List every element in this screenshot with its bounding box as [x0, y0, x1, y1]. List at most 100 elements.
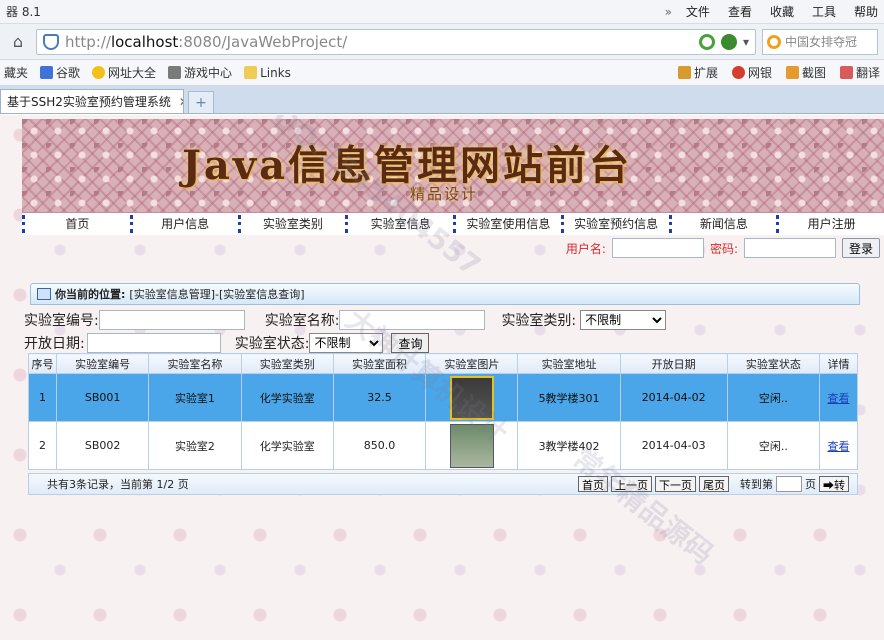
cell-image — [425, 421, 519, 470]
password-input[interactable] — [743, 238, 836, 258]
fav-links[interactable]: Links — [244, 66, 291, 80]
login-button[interactable]: 登录 — [841, 238, 880, 258]
banner-title: Java信息管理网站前台 — [182, 142, 633, 189]
open-date-input[interactable] — [86, 333, 221, 353]
nav-lab-type[interactable]: 实验室类别 — [237, 215, 346, 233]
menu-help[interactable]: 帮助 — [854, 3, 878, 20]
netbank-button[interactable]: 网银 — [731, 64, 772, 81]
lab-table: 序号 实验室编号 实验室名称 实验室类别 实验室面积 实验室图片 实验室地址 开… — [28, 353, 858, 470]
last-page-button[interactable]: 尾页 — [699, 476, 729, 492]
lab-name-label: 实验室名称: — [264, 313, 340, 329]
site-banner: Java信息管理网站前台 精品设计 — [22, 119, 884, 213]
table-header-row: 序号 实验室编号 实验室名称 实验室类别 实验室面积 实验室图片 实验室地址 开… — [28, 353, 858, 374]
search-input[interactable]: 中国女排夺冠 — [762, 28, 878, 55]
cell-type: 化学实验室 — [240, 421, 334, 470]
cell-code: SB002 — [55, 421, 150, 470]
fav-google[interactable]: 谷歌 — [40, 64, 80, 81]
web-page: Java信息管理网站前台 精品设计 首页 用户信息 实验室类别 实验室信息 实验… — [0, 115, 884, 640]
nav-home[interactable]: 首页 — [22, 215, 130, 233]
lab-type-label: 实验室类别: — [501, 313, 577, 329]
shield-icon — [43, 33, 59, 50]
password-label: 密码: — [709, 241, 738, 256]
col-state: 实验室状态 — [726, 353, 821, 374]
fav-games[interactable]: 游戏中心 — [168, 64, 232, 81]
url-field[interactable]: http://localhost:8080/JavaWebProject/ ▾ — [36, 28, 756, 55]
multimeter-image — [449, 375, 494, 420]
first-page-button[interactable]: 首页 — [578, 476, 608, 492]
lab-state-select[interactable]: 不限制 — [309, 333, 384, 353]
menu-file[interactable]: 文件 — [686, 3, 710, 20]
cell-type: 化学实验室 — [240, 373, 334, 422]
cell-area: 850.0 — [332, 421, 427, 470]
lab-name-input[interactable] — [339, 310, 486, 330]
pager-info: 共有3条记录，当前第 1/2 页 — [47, 478, 189, 491]
close-icon[interactable]: ✕ — [179, 95, 183, 109]
col-image: 实验室图片 — [425, 353, 519, 374]
menu-favorites[interactable]: 收藏 — [770, 3, 794, 20]
menu-tools[interactable]: 工具 — [812, 3, 836, 20]
query-button[interactable]: 查询 — [391, 333, 430, 353]
nav-register[interactable]: 用户注册 — [776, 215, 884, 233]
tab-active[interactable]: 基于SSH2实验室预约管理系统 ✕ — [0, 89, 184, 113]
lab-state-label: 实验室状态: — [234, 336, 310, 352]
view-link[interactable]: 查看 — [828, 440, 850, 453]
sites-icon — [92, 66, 106, 79]
location-path: [实验室信息管理]-[实验室信息查询] — [129, 288, 305, 301]
new-tab-button[interactable]: + — [188, 91, 214, 113]
ie-icon[interactable] — [720, 33, 737, 50]
search-engine-icon — [767, 34, 781, 49]
favorites-bar: 藏夹 谷歌 网址大全 游戏中心 Links 扩展 网银 截图 翻译 — [0, 60, 884, 86]
nav-lab-usage[interactable]: 实验室使用信息 — [453, 215, 561, 233]
nav-lab-info[interactable]: 实验室信息 — [345, 215, 453, 233]
cell-state: 空闲.. — [726, 421, 821, 470]
table-row[interactable]: 2 SB002 实验室2 化学实验室 850.0 3教学楼402 2014-04… — [28, 421, 858, 470]
username-input[interactable] — [611, 238, 704, 258]
cell-detail: 查看 — [819, 373, 858, 422]
nav-lab-booking[interactable]: 实验室预约信息 — [560, 215, 669, 233]
google-icon — [40, 66, 54, 79]
nav-user-info[interactable]: 用户信息 — [129, 215, 238, 233]
content-panel: 你当前的位置: [实验室信息管理]-[实验室信息查询] 实验室编号: 实验室名称… — [24, 283, 860, 499]
window-icon — [37, 288, 51, 300]
cell-date: 2014-04-03 — [619, 421, 728, 470]
screenshot-button[interactable]: 截图 — [785, 64, 826, 81]
refresh-icon[interactable] — [698, 33, 715, 50]
tab-title: 基于SSH2实验室预约管理系统 — [7, 95, 171, 109]
col-address: 实验室地址 — [517, 353, 621, 374]
goto-page-input[interactable] — [776, 476, 802, 492]
col-code: 实验室编号 — [55, 353, 150, 374]
dropdown-icon[interactable]: ▾ — [743, 35, 749, 49]
login-form: 用户名: 密码: 登录 — [566, 238, 880, 258]
fav-folder[interactable]: 藏夹 — [4, 64, 28, 81]
home-icon[interactable]: ⌂ — [6, 30, 30, 54]
next-page-button[interactable]: 下一页 — [655, 476, 696, 492]
lab-no-label: 实验室编号: — [24, 313, 99, 329]
prev-page-button[interactable]: 上一页 — [611, 476, 652, 492]
view-link[interactable]: 查看 — [828, 392, 850, 405]
open-date-label: 开放日期: — [24, 336, 85, 352]
cell-no: 2 — [28, 421, 57, 470]
table-row[interactable]: 1 SB001 实验室1 化学实验室 32.5 5教学楼301 2014-04-… — [28, 373, 858, 422]
username-label: 用户名: — [565, 241, 606, 256]
gamepad-icon — [168, 66, 182, 79]
cell-date: 2014-04-02 — [619, 373, 728, 422]
menu-view[interactable]: 查看 — [728, 3, 752, 20]
go-button[interactable]: ➡转 — [819, 476, 849, 492]
cell-name: 实验室2 — [148, 421, 242, 470]
chevron-right-icon[interactable]: » — [665, 5, 672, 19]
url-text[interactable]: http://localhost:8080/JavaWebProject/ — [65, 33, 347, 51]
breadcrumb: 你当前的位置: [实验室信息管理]-[实验室信息查询] — [30, 283, 860, 305]
lab-type-select[interactable]: 不限制 — [580, 310, 667, 330]
col-detail: 详情 — [819, 353, 858, 374]
cell-no: 1 — [28, 373, 57, 422]
banner-subtitle: 精品设计 — [410, 185, 479, 203]
translate-button[interactable]: 翻译 — [839, 64, 880, 81]
scissors-icon — [785, 66, 799, 79]
extensions-button[interactable]: 扩展 — [677, 64, 718, 81]
cell-state: 空闲.. — [726, 373, 821, 422]
fav-sites[interactable]: 网址大全 — [92, 64, 156, 81]
lab-no-input[interactable] — [98, 310, 245, 330]
oscilloscope-image — [449, 423, 494, 468]
nav-news[interactable]: 新闻信息 — [668, 215, 777, 233]
col-name: 实验室名称 — [148, 353, 242, 374]
